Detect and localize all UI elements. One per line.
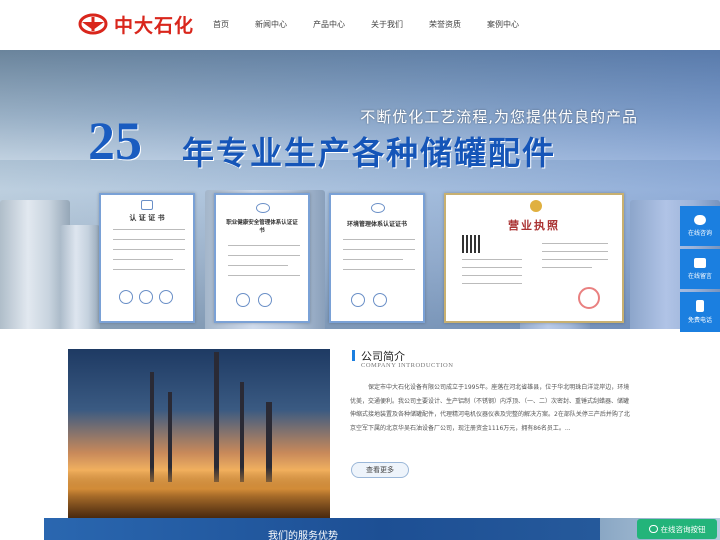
cert-seal-icon: [351, 293, 365, 307]
cert-line: [542, 251, 608, 252]
nav-item-news[interactable]: 新闻中心: [242, 0, 300, 50]
side-label: 在线咨询: [687, 230, 712, 237]
cert-seal-icon: [373, 293, 387, 307]
page: 中大石化 首页 新闻中心 产品中心 关于我们 荣誉资质 案例中心 不断优化工艺流…: [0, 0, 720, 540]
intro-accent-bar: [352, 350, 355, 361]
license-title: 营业执照: [508, 219, 560, 232]
qr-code-icon: [462, 235, 480, 253]
side-message-button[interactable]: 在线留言: [680, 249, 720, 289]
cert-line: [343, 239, 415, 240]
logo[interactable]: 中大石化: [78, 10, 194, 38]
cert-line: [113, 259, 173, 260]
nav-item-cases[interactable]: 案例中心: [474, 0, 532, 50]
certificate-card: 认 证 证 书: [99, 193, 195, 323]
chimney: [214, 352, 219, 482]
refinery-lights: [68, 467, 330, 522]
cert-line: [343, 269, 415, 270]
service-title: 我们的服务优势: [268, 531, 338, 540]
banner-slogan: 不断优化工艺流程,为您提供优良的产品: [360, 108, 638, 126]
phone-icon: [696, 300, 704, 312]
main-nav: 首页 新闻中心 产品中心 关于我们 荣誉资质 案例中心: [200, 0, 532, 50]
cert-line: [113, 239, 185, 240]
cert-seal-icon: [236, 293, 250, 307]
side-phone-button[interactable]: 免费电话: [680, 292, 720, 332]
cert-line: [228, 255, 300, 256]
nav-item-home[interactable]: 首页: [200, 0, 242, 50]
banner-headline-text: 年专业生产各种储罐配件: [182, 134, 557, 172]
cert-logo-icon: [141, 200, 153, 210]
side-label: 免费电话: [687, 317, 712, 324]
hero-banner[interactable]: 不断优化工艺流程,为您提供优良的产品 25 年专业生产各种储罐配件 认 证 证 …: [0, 50, 720, 329]
cert-title: 环境管理体系认证证书: [346, 221, 407, 228]
cert-title: 认 证 证 书: [129, 214, 165, 222]
cert-line: [228, 265, 288, 266]
cert-line: [343, 259, 403, 260]
nav-item-about[interactable]: 关于我们: [358, 0, 416, 50]
intro-subtitle: COMPANY INTRODUCTION: [361, 362, 454, 369]
cert-logo-icon: [256, 203, 270, 213]
nav-item-honors[interactable]: 荣誉资质: [416, 0, 474, 50]
chat-bubble-icon: [694, 215, 706, 225]
nav-item-products[interactable]: 产品中心: [300, 0, 358, 50]
cert-line: [542, 243, 608, 244]
cert-line: [462, 267, 522, 268]
chat-label: 在线咨询按钮: [660, 524, 706, 534]
cert-seal-icon: [139, 290, 153, 304]
logo-mark-icon: [78, 13, 108, 35]
online-consult-chat-button[interactable]: 在线咨询按钮: [637, 519, 717, 539]
cert-line: [113, 229, 185, 230]
view-more-button[interactable]: 查看更多: [351, 462, 409, 478]
cert-line: [228, 275, 300, 276]
cert-seal-icon: [258, 293, 272, 307]
logo-text: 中大石化: [114, 14, 195, 37]
cert-seal-icon: [159, 290, 173, 304]
cert-line: [462, 275, 522, 276]
cert-line: [542, 259, 608, 260]
cert-line: [113, 249, 185, 250]
chimney: [150, 372, 154, 482]
side-label: 在线留言: [687, 273, 712, 280]
header: 中大石化 首页 新闻中心 产品中心 关于我们 荣誉资质 案例中心: [0, 0, 720, 50]
cert-line: [462, 283, 522, 284]
certificate-card: 环境管理体系认证证书: [329, 193, 425, 323]
side-float-bar: 在线咨询 在线留言 免费电话: [680, 206, 720, 335]
red-stamp-icon: [578, 287, 600, 309]
cert-line: [228, 245, 300, 246]
cert-line: [343, 249, 415, 250]
intro-body: 保定市中大石化设备有限公司成立于1995年。座落在河北省雄县，位于华北明珠白洋淀…: [350, 384, 630, 432]
certificate-card: 职业健康安全管理体系认证证书: [214, 193, 310, 323]
message-icon: [694, 258, 706, 268]
cert-line: [542, 267, 592, 268]
business-license-card: 营业执照: [444, 193, 624, 323]
cert-line: [462, 259, 522, 260]
banner-headline-number: 25: [88, 111, 142, 171]
chat-icon: [648, 525, 658, 533]
side-online-consult-button[interactable]: 在线咨询: [680, 206, 720, 246]
cert-line: [113, 269, 185, 270]
national-emblem-icon: [530, 200, 542, 212]
cert-logo-icon: [371, 203, 385, 213]
refinery-photo: [68, 349, 330, 522]
cert-title: 职业健康安全管理体系认证证书: [226, 220, 298, 234]
cert-seal-icon: [119, 290, 133, 304]
